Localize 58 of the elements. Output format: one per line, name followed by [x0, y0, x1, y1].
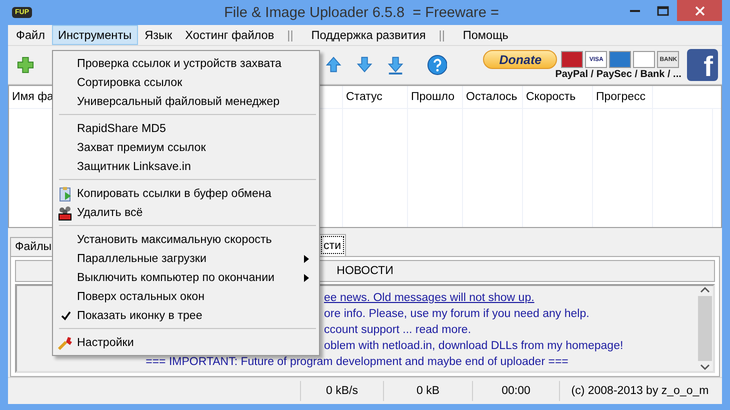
- menu-item[interactable]: Хостинг файлов: [179, 25, 280, 45]
- menu-option[interactable]: Защитник Linksave.in: [77, 160, 191, 173]
- maximize-icon: [657, 6, 669, 16]
- menu-option[interactable]: Проверка ссылок и устройств захвата: [77, 57, 282, 70]
- news-link[interactable]: ee news. Old messages will not show up.: [324, 290, 534, 306]
- tab[interactable]: сти: [318, 234, 346, 256]
- menu-item[interactable]: Инструменты: [52, 25, 138, 45]
- menu-option[interactable]: Поверх остальных окон: [77, 290, 205, 303]
- minimize-icon: [630, 10, 640, 12]
- scrollbar-thumb[interactable]: [698, 296, 712, 361]
- column-header[interactable]: Скорость: [523, 86, 593, 108]
- menu-option[interactable]: Выключить компьютер по окончании: [77, 271, 275, 284]
- scroll-down-icon: [700, 363, 710, 371]
- news-line: ccount support ... read more.: [324, 323, 472, 338]
- news-line: ore info. Please, use my forum if you need any help.: [324, 307, 590, 322]
- news-line: === IMPORTANT: Future of program development and maybe end of uploader ===: [146, 355, 568, 370]
- column-header[interactable]: Осталось: [463, 86, 523, 108]
- menu-option[interactable]: Универсальный файловый менеджер: [77, 95, 280, 108]
- window-title: File & Image Uploader 6.5.8 = Freeware =: [223, 4, 500, 20]
- payment-card-icon: [561, 51, 584, 68]
- payment-card-icon: [609, 51, 632, 68]
- download-icon: [387, 55, 405, 75]
- donate-button[interactable]: Donate: [483, 50, 558, 69]
- up-arrow-icon: [325, 55, 342, 75]
- menu-item[interactable]: Поддержка развития: [305, 25, 432, 45]
- menu-option[interactable]: Копировать ссылки в буфер обмена: [77, 187, 272, 200]
- payment-methods-label: PayPal / PaySec / Bank / ...: [555, 69, 682, 80]
- menu-option[interactable]: Настройки: [77, 336, 134, 349]
- menu-option[interactable]: Захват премиум ссылок: [77, 141, 206, 154]
- payment-card-icon: [633, 51, 656, 68]
- status-text: (c) 2008-2013 by z_o_o_m: [559, 381, 720, 401]
- status-text: 00:00: [472, 381, 559, 401]
- close-icon: [694, 6, 704, 16]
- plus-icon: [16, 55, 35, 75]
- column-header[interactable]: Статус: [343, 86, 408, 108]
- close-button[interactable]: [677, 0, 722, 21]
- clipboard-icon: [57, 186, 73, 202]
- column-header[interactable]: Прогресс: [593, 86, 653, 108]
- menu-divider: ||: [438, 27, 446, 44]
- menu-item[interactable]: Язык: [138, 25, 178, 45]
- scroll-up-icon: [700, 286, 710, 294]
- menu-item[interactable]: Помощь: [456, 25, 514, 45]
- column-header[interactable]: Прошло: [408, 86, 463, 108]
- menu-option[interactable]: Показать иконку в трее: [77, 309, 202, 322]
- status-text: 0 kB: [383, 381, 472, 401]
- facebook-button[interactable]: f: [687, 49, 718, 81]
- status-text: 0 kB/s: [300, 381, 383, 401]
- help-icon: [426, 54, 448, 76]
- news-line: oblem with netload.in, download DLLs from my homepage!: [324, 339, 624, 354]
- menu-option[interactable]: RapidShare MD5: [77, 122, 166, 135]
- menu-option[interactable]: Сортировка ссылок: [77, 76, 182, 89]
- menu-item[interactable]: Файл: [10, 25, 52, 45]
- wrench-icon: [57, 334, 73, 350]
- menu-option[interactable]: Удалить всё: [77, 206, 143, 219]
- menu-option[interactable]: Установить максимальную скорость: [77, 233, 272, 246]
- bucket-icon: [57, 204, 73, 220]
- menu-divider: ||: [286, 27, 294, 44]
- down-arrow-icon: [356, 55, 374, 75]
